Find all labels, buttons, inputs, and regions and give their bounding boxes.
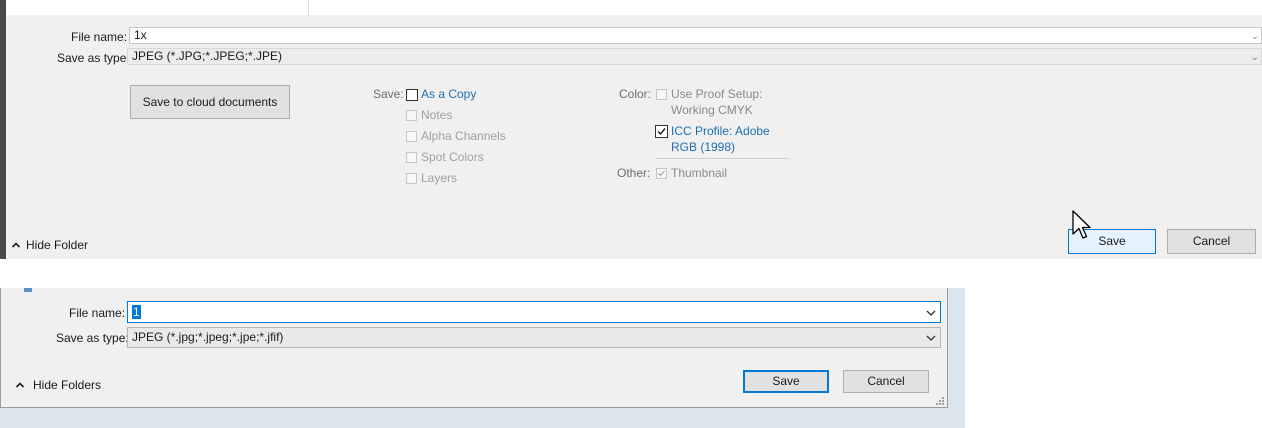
save-as-type-label: Save as type: [57,51,130,65]
working-cmyk-label: Working CMYK [671,103,753,117]
cancel-button[interactable]: Cancel [843,370,929,393]
save-as-type-value: JPEG (*.JPG;*.JPEG;*.JPE) [132,49,283,63]
chevron-down-icon[interactable] [925,307,937,319]
chevron-down-icon[interactable]: ⌄ [1251,50,1259,65]
desktop-background [0,408,965,428]
notes-label: Notes [421,108,453,122]
use-proof-setup-checkbox [656,89,667,100]
thumbnail-label: Thumbnail [671,166,728,180]
save-as-type-label: Save as type: [56,331,129,345]
file-name-input[interactable]: 1 [127,301,941,323]
save-as-type-value: JPEG (*.jpg;*.jpeg;*.jpe;*.jfif) [132,330,284,344]
hide-folders-label: Hide Folders [33,378,102,392]
icc-profile-checkbox[interactable] [655,125,668,138]
chevron-up-icon [11,242,21,248]
file-name-label: File name: [69,306,126,320]
cancel-button[interactable]: Cancel [1167,229,1256,254]
as-a-copy-label[interactable]: As a Copy [421,87,476,101]
save-as-type-select[interactable]: JPEG (*.JPG;*.JPEG;*.JPE) ⌄ [127,48,1262,65]
icc-profile-label[interactable]: ICC Profile: Adobe [671,124,770,138]
alpha-channels-label: Alpha Channels [421,129,506,143]
folder-browser-area [6,0,1262,15]
use-proof-setup-label: Use Proof Setup: [671,87,763,101]
other-group-label: Other: [617,166,651,180]
desktop-background [948,288,965,428]
network-icon [24,288,32,292]
file-name-value: 1x [134,28,147,42]
thumbnail-checkbox [656,168,667,179]
window-edge [0,0,6,259]
save-to-cloud-button[interactable]: Save to cloud documents [130,85,290,119]
hide-folder-label: Hide Folder [26,238,89,252]
save-button[interactable]: Save [743,370,829,393]
spot-colors-checkbox [406,152,417,163]
layers-label: Layers [421,171,458,185]
options-divider [655,158,789,159]
file-name-value: 1 [132,305,141,319]
color-group-label: Color: [619,87,652,101]
mouse-cursor-icon [1072,210,1091,239]
chevron-up-icon [15,382,25,388]
notes-checkbox [406,110,417,121]
chevron-down-icon[interactable]: ⌄ [1251,29,1259,44]
file-name-input[interactable]: 1x ⌄ [129,27,1262,44]
checkmark-icon [658,170,665,177]
save-as-type-select[interactable]: JPEG (*.jpg;*.jpeg;*.jpe;*.jfif) [127,327,941,348]
chevron-down-icon[interactable] [925,332,937,344]
layers-checkbox [406,173,417,184]
resize-grip-icon[interactable] [935,396,945,406]
column-divider [308,0,309,15]
checkmark-icon [657,128,666,136]
alpha-channels-checkbox [406,131,417,142]
spot-colors-label: Spot Colors [421,150,484,164]
file-name-label: File name: [71,30,128,44]
as-a-copy-checkbox[interactable] [406,89,418,101]
icc-profile-value[interactable]: RGB (1998) [671,140,735,154]
save-group-label: Save: [373,87,404,101]
